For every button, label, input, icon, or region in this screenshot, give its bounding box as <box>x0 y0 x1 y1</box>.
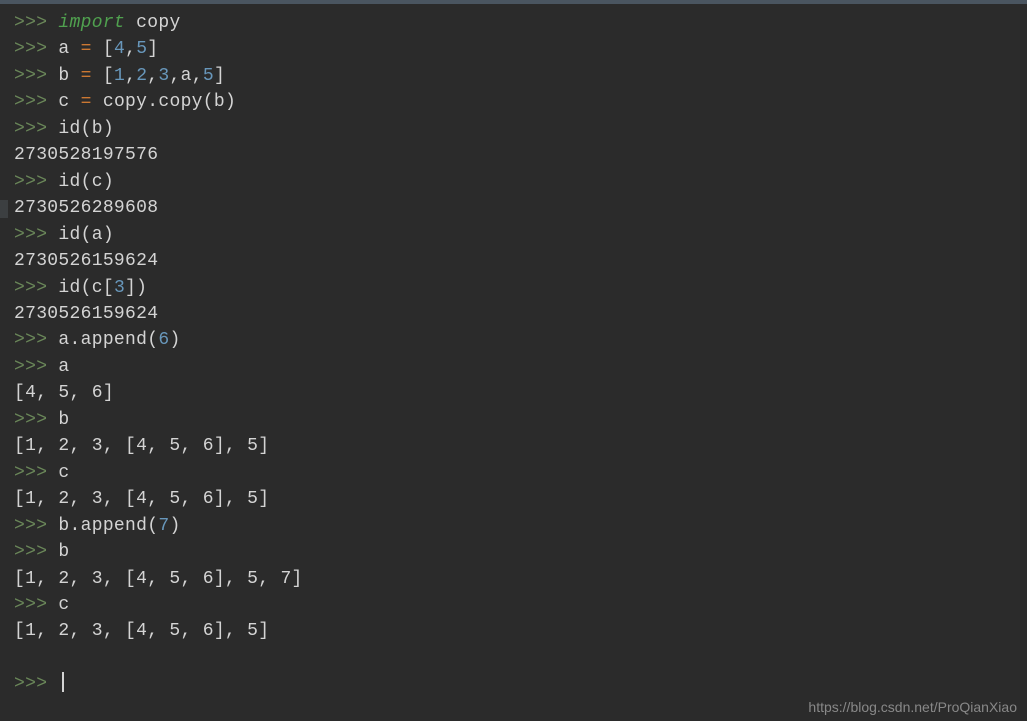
repl-prompt: >>> <box>14 66 47 86</box>
repl-prompt: >>> <box>14 463 47 483</box>
repl-prompt: >>> <box>14 330 47 350</box>
code-line: >>> b <box>14 539 1013 565</box>
code-line: >>> b = [1,2,3,a,5] <box>14 63 1013 89</box>
code-line: >>> id(c) <box>14 169 1013 195</box>
watermark-text: https://blog.csdn.net/ProQianXiao <box>808 699 1017 715</box>
output-line: [1, 2, 3, [4, 5, 6], 5, 7] <box>14 566 1013 592</box>
code-line: >>> a.append(6) <box>14 327 1013 353</box>
repl-prompt: >>> <box>14 410 47 430</box>
python-repl-terminal[interactable]: >>> import copy >>> a = [4,5] >>> b = [1… <box>0 0 1027 703</box>
repl-prompt: >>> <box>14 595 47 615</box>
output-line: [1, 2, 3, [4, 5, 6], 5] <box>14 433 1013 459</box>
code-line: >>> id(a) <box>14 222 1013 248</box>
code-line: >>> c = copy.copy(b) <box>14 89 1013 115</box>
code-line: >>> c <box>14 592 1013 618</box>
output-line: [1, 2, 3, [4, 5, 6], 5] <box>14 618 1013 644</box>
repl-prompt: >>> <box>14 13 47 33</box>
repl-prompt: >>> <box>14 542 47 562</box>
cursor-icon <box>62 672 64 692</box>
code-line: >>> id(c[3]) <box>14 275 1013 301</box>
gutter-marker <box>0 200 8 218</box>
output-line: 2730526159624 <box>14 248 1013 274</box>
code-line: >>> a <box>14 354 1013 380</box>
code-line: >>> a = [4,5] <box>14 36 1013 62</box>
repl-prompt: >>> <box>14 674 47 694</box>
output-line: [4, 5, 6] <box>14 380 1013 406</box>
code-line: >>> b.append(7) <box>14 513 1013 539</box>
blank-line <box>14 645 1013 671</box>
output-line: [1, 2, 3, [4, 5, 6], 5] <box>14 486 1013 512</box>
output-line: 2730528197576 <box>14 142 1013 168</box>
import-keyword: import <box>58 13 125 33</box>
code-line: >>> c <box>14 460 1013 486</box>
repl-prompt: >>> <box>14 278 47 298</box>
code-line: >>> import copy <box>14 10 1013 36</box>
output-line: 2730526289608 <box>14 195 1013 221</box>
output-line: 2730526159624 <box>14 301 1013 327</box>
repl-prompt: >>> <box>14 357 47 377</box>
input-line[interactable]: >>> <box>14 671 1013 697</box>
code-line: >>> id(b) <box>14 116 1013 142</box>
code-line: >>> b <box>14 407 1013 433</box>
repl-prompt: >>> <box>14 92 47 112</box>
repl-prompt: >>> <box>14 119 47 139</box>
repl-prompt: >>> <box>14 172 47 192</box>
repl-prompt: >>> <box>14 39 47 59</box>
repl-prompt: >>> <box>14 225 47 245</box>
repl-prompt: >>> <box>14 516 47 536</box>
